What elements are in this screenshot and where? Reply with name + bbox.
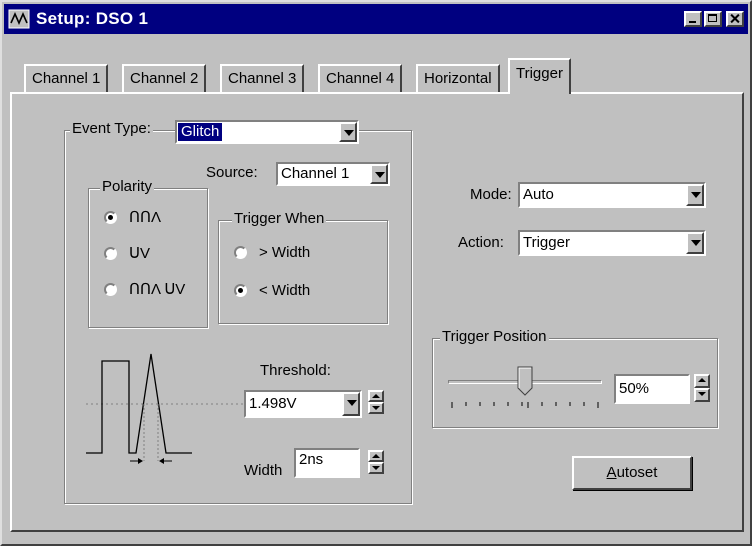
maximize-button[interactable] (704, 11, 722, 27)
autoset-label: Autoset (606, 464, 658, 481)
width-input[interactable]: 2ns (294, 448, 360, 478)
trigger-position-slider[interactable] (448, 366, 602, 412)
spin-down-icon[interactable] (368, 402, 384, 414)
trigger-when-label: Trigger When (232, 210, 327, 227)
polarity-positive-radio[interactable]: ՈՈΛ (104, 208, 161, 226)
glitch-diagram (86, 353, 244, 464)
event-type-select[interactable]: Glitch (175, 120, 359, 144)
action-select[interactable]: Trigger (518, 230, 706, 256)
trigger-gt-width-radio[interactable]: > Width (234, 244, 310, 261)
title-bar[interactable]: Setup: DSO 1 (4, 4, 748, 34)
tab-horizontal[interactable]: Horizontal (416, 64, 500, 92)
width-spinner[interactable] (368, 450, 384, 474)
trigger-position-input[interactable]: 50% (614, 374, 690, 404)
slider-thumb[interactable] (517, 366, 533, 396)
setup-window: Setup: DSO 1 Channel 1 Channel 2 Channel… (0, 0, 752, 546)
close-button[interactable] (726, 11, 744, 27)
spin-down-icon[interactable] (368, 462, 384, 474)
radio-icon (234, 246, 247, 259)
polarity-negative-radio[interactable]: ՍV (104, 244, 150, 262)
negative-pulse-icon: ՍV (129, 245, 150, 262)
tab-channel-2[interactable]: Channel 2 (122, 64, 207, 92)
mode-label: Mode: (470, 186, 512, 203)
autoset-button[interactable]: Autoset (572, 456, 692, 490)
action-value: Trigger (523, 234, 570, 251)
chevron-down-icon[interactable] (339, 122, 357, 142)
trigger-panel: Event Type: Glitch Polarity ՈՈΛ ՍV ՈՈΛ Ս… (10, 92, 744, 532)
trigger-when-group (218, 220, 388, 324)
width-label: Width (244, 462, 283, 479)
spin-up-icon[interactable] (368, 450, 384, 462)
radio-selected-icon (104, 210, 117, 224)
either-pulse-icon: ՈՈΛ ՍV (129, 281, 186, 298)
threshold-value: 1.498V (249, 395, 297, 412)
event-type-label: Event Type: (70, 120, 153, 137)
polarity-either-radio[interactable]: ՈՈΛ ՍV (104, 280, 185, 298)
source-value: Channel 1 (281, 165, 350, 182)
positive-pulse-icon: ՈՈΛ (129, 209, 161, 226)
action-label: Action: (458, 234, 504, 251)
tab-channel-4[interactable]: Channel 4 (318, 64, 403, 92)
window-title: Setup: DSO 1 (36, 9, 149, 28)
chevron-down-icon[interactable] (686, 184, 704, 206)
radio-selected-icon (234, 284, 247, 297)
trigger-lt-width-radio[interactable]: < Width (234, 282, 310, 299)
scope-waveform-icon (8, 9, 30, 29)
threshold-label: Threshold: (260, 362, 331, 379)
event-type-value: Glitch (178, 123, 223, 141)
mode-value: Auto (523, 186, 554, 203)
minimize-button[interactable] (684, 11, 702, 27)
source-label: Source: (206, 164, 258, 181)
tab-channel-1[interactable]: Channel 1 (24, 64, 109, 92)
threshold-select[interactable]: 1.498V (244, 390, 362, 418)
slider-ticks (451, 402, 599, 408)
trigger-position-label: Trigger Position (440, 328, 549, 345)
tab-channel-3[interactable]: Channel 3 (220, 64, 305, 92)
radio-icon (104, 246, 117, 260)
spin-up-icon[interactable] (368, 390, 384, 402)
mode-select[interactable]: Auto (518, 182, 706, 208)
tab-trigger[interactable]: Trigger (508, 58, 571, 94)
polarity-label: Polarity (100, 178, 155, 195)
chevron-down-icon[interactable] (342, 392, 360, 416)
chevron-down-icon[interactable] (370, 164, 388, 184)
trigger-position-value: 50% (619, 380, 650, 397)
source-select[interactable]: Channel 1 (276, 162, 390, 186)
radio-icon (104, 282, 117, 296)
spin-up-icon[interactable] (694, 374, 710, 388)
threshold-spinner[interactable] (368, 390, 384, 414)
trigger-position-spinner[interactable] (694, 374, 710, 402)
width-value: 2ns (299, 451, 324, 468)
spin-down-icon[interactable] (694, 388, 710, 402)
chevron-down-icon[interactable] (686, 232, 704, 254)
